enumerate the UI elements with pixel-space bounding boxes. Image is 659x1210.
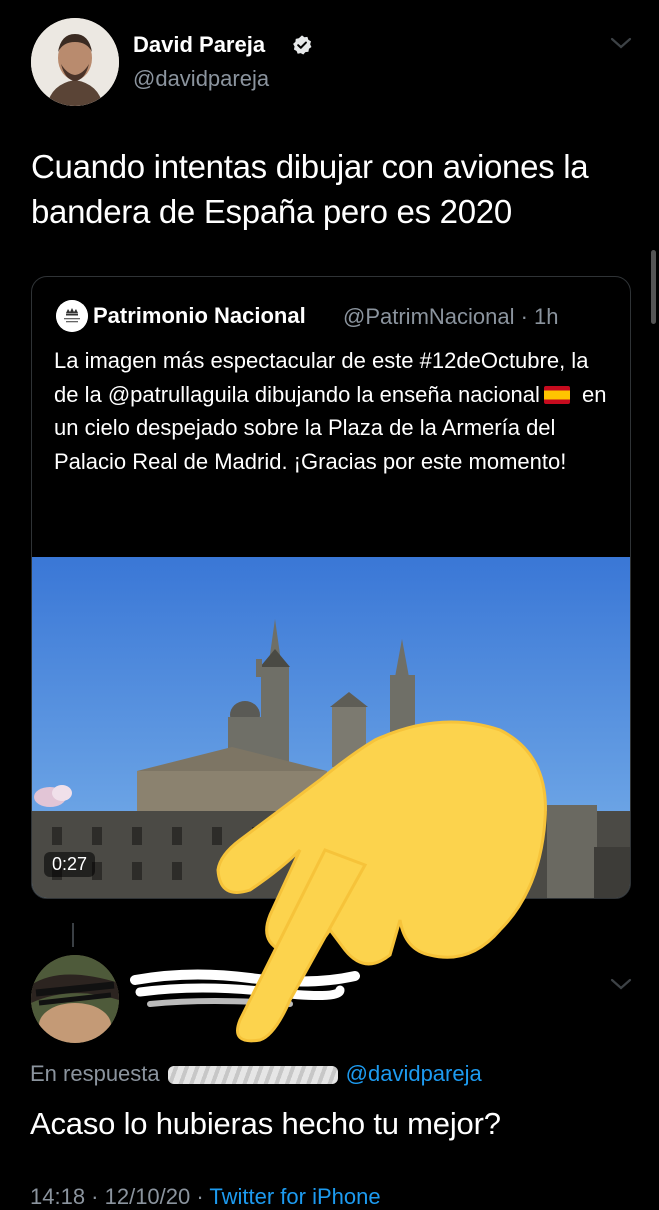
author-name[interactable]: David Pareja: [133, 32, 265, 58]
verified-badge-icon: [293, 35, 312, 55]
reply-text: Acaso lo hubieras hecho tu mejor?: [30, 1106, 501, 1141]
reply-source-link[interactable]: Twitter for iPhone: [209, 1184, 380, 1209]
reply-footer: 14:18 · 12/10/20 · Twitter for iPhone: [30, 1184, 381, 1210]
quote-text: La imagen más espectacular de este #12de…: [54, 344, 614, 478]
thread-line: [72, 923, 74, 947]
video-duration: 0:27: [44, 852, 96, 877]
quote-author-meta: @PatrimNacional · 1h: [343, 304, 559, 329]
chevron-down-icon[interactable]: [608, 975, 634, 993]
pointing-finger-icon: [216, 720, 547, 1043]
chevron-down-icon[interactable]: [608, 34, 634, 52]
quote-author-avatar: [56, 300, 88, 332]
tweet-text: Cuando intentas dibujar con aviones la b…: [31, 148, 589, 230]
quote-author-name[interactable]: Patrimonio Nacional: [93, 303, 306, 329]
spain-flag-icon: [543, 385, 570, 404]
author-avatar[interactable]: [31, 18, 119, 106]
reply-timestamp: 14:18 · 12/10/20 ·: [30, 1184, 204, 1209]
reply-context-prefix: En respuesta: [30, 1061, 160, 1086]
quote-text-part1: La imagen más espectacular de este #12de…: [54, 348, 589, 407]
reply-author-avatar[interactable]: [31, 955, 119, 1043]
author-handle[interactable]: @davidpareja: [133, 66, 269, 92]
scrollbar[interactable]: [651, 250, 656, 324]
